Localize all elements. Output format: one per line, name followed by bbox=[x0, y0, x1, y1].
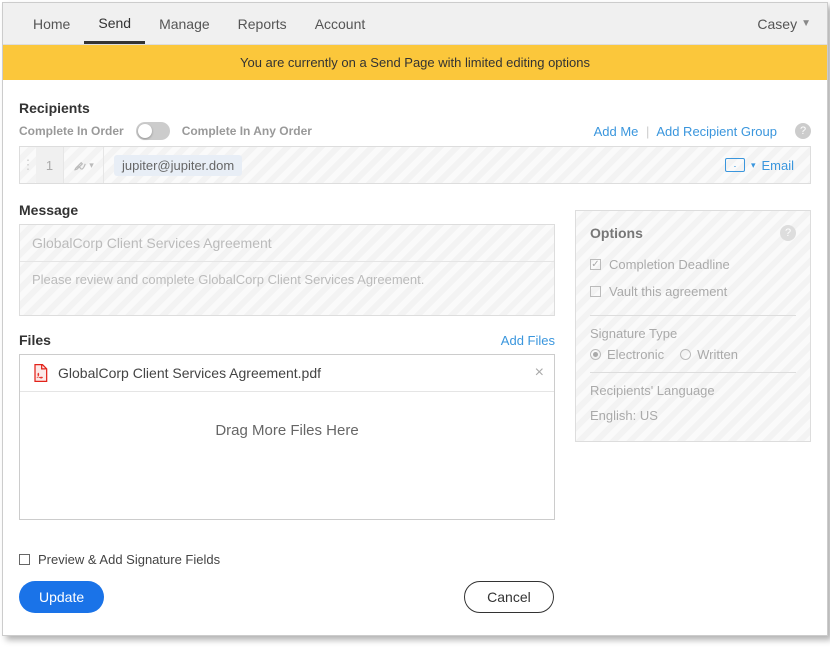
add-files-link[interactable]: Add Files bbox=[501, 333, 555, 348]
recipient-email-chip: jupiter@jupiter.dom bbox=[114, 155, 242, 176]
radio-selected-icon bbox=[590, 349, 601, 360]
tab-account[interactable]: Account bbox=[301, 6, 380, 42]
recipients-language-value[interactable]: English: US bbox=[590, 408, 796, 423]
radio-icon bbox=[680, 349, 691, 360]
file-drop-zone[interactable]: Drag More Files Here bbox=[20, 392, 554, 519]
files-box: GlobalCorp Client Services Agreement.pdf… bbox=[19, 354, 555, 520]
options-panel: Options ? ✓ Completion Deadline Vault th… bbox=[575, 210, 811, 442]
recipient-role-selector[interactable]: ▾ bbox=[64, 147, 104, 183]
preview-label: Preview & Add Signature Fields bbox=[38, 552, 220, 567]
option-label: Completion Deadline bbox=[609, 257, 730, 272]
email-icon bbox=[725, 158, 745, 172]
recipient-number: 1 bbox=[36, 147, 64, 183]
tab-home[interactable]: Home bbox=[19, 6, 84, 42]
recipients-language-title: Recipients' Language bbox=[590, 383, 796, 398]
option-label: Vault this agreement bbox=[609, 284, 727, 299]
tab-send[interactable]: Send bbox=[84, 5, 145, 44]
chevron-down-icon: ▾ bbox=[751, 160, 756, 171]
tab-manage[interactable]: Manage bbox=[145, 6, 224, 42]
vault-agreement-option[interactable]: Vault this agreement bbox=[590, 278, 796, 305]
add-recipient-group-link[interactable]: Add Recipient Group bbox=[656, 124, 777, 139]
pdf-icon bbox=[30, 363, 50, 383]
signer-icon bbox=[73, 158, 87, 172]
chevron-down-icon: ▾ bbox=[89, 160, 94, 171]
update-button[interactable]: Update bbox=[19, 581, 104, 613]
checkbox-icon bbox=[19, 554, 30, 565]
order-toggle[interactable] bbox=[136, 122, 170, 140]
message-box: GlobalCorp Client Services Agreement Ple… bbox=[19, 224, 555, 316]
radio-label: Electronic bbox=[607, 347, 664, 362]
radio-label: Written bbox=[697, 347, 738, 362]
options-title: Options bbox=[590, 225, 643, 241]
file-name: GlobalCorp Client Services Agreement.pdf bbox=[58, 365, 535, 381]
user-menu[interactable]: Casey ▼ bbox=[757, 16, 811, 32]
message-body-input[interactable]: Please review and complete GlobalCorp Cl… bbox=[20, 262, 554, 315]
files-title: Files bbox=[19, 332, 51, 348]
delivery-label: Email bbox=[761, 158, 794, 173]
message-title: Message bbox=[19, 202, 555, 218]
help-icon[interactable]: ? bbox=[795, 123, 811, 139]
user-name: Casey bbox=[757, 16, 797, 32]
cancel-button[interactable]: Cancel bbox=[464, 581, 554, 613]
signature-electronic-radio[interactable]: Electronic bbox=[590, 347, 664, 362]
help-icon[interactable]: ? bbox=[780, 225, 796, 241]
link-separator: | bbox=[646, 124, 649, 139]
file-row: GlobalCorp Client Services Agreement.pdf… bbox=[20, 355, 554, 392]
caret-down-icon: ▼ bbox=[801, 18, 811, 29]
checkbox-checked-icon: ✓ bbox=[590, 259, 601, 270]
signature-written-radio[interactable]: Written bbox=[680, 347, 738, 362]
delivery-method-selector[interactable]: ▾ Email bbox=[709, 158, 810, 173]
completion-deadline-option[interactable]: ✓ Completion Deadline bbox=[590, 251, 796, 278]
add-me-link[interactable]: Add Me bbox=[594, 124, 639, 139]
complete-in-order-label: Complete In Order bbox=[19, 124, 124, 138]
checkbox-icon bbox=[590, 286, 601, 297]
signature-type-title: Signature Type bbox=[590, 326, 796, 341]
complete-any-order-label: Complete In Any Order bbox=[182, 124, 312, 138]
recipient-email-field[interactable]: jupiter@jupiter.dom bbox=[104, 155, 709, 176]
preview-signature-fields-checkbox[interactable]: Preview & Add Signature Fields bbox=[19, 552, 811, 567]
limited-editing-banner: You are currently on a Send Page with li… bbox=[3, 45, 827, 80]
remove-file-button[interactable]: × bbox=[535, 364, 544, 382]
message-subject-input[interactable]: GlobalCorp Client Services Agreement bbox=[20, 225, 554, 262]
top-nav: Home Send Manage Reports Account Casey ▼ bbox=[3, 3, 827, 45]
drag-handle-icon[interactable]: ⋮ bbox=[20, 157, 36, 173]
tab-reports[interactable]: Reports bbox=[224, 6, 301, 42]
recipients-title: Recipients bbox=[19, 100, 811, 116]
recipient-row: ⋮ 1 ▾ jupiter@jupiter.dom ▾ Email bbox=[19, 146, 811, 184]
